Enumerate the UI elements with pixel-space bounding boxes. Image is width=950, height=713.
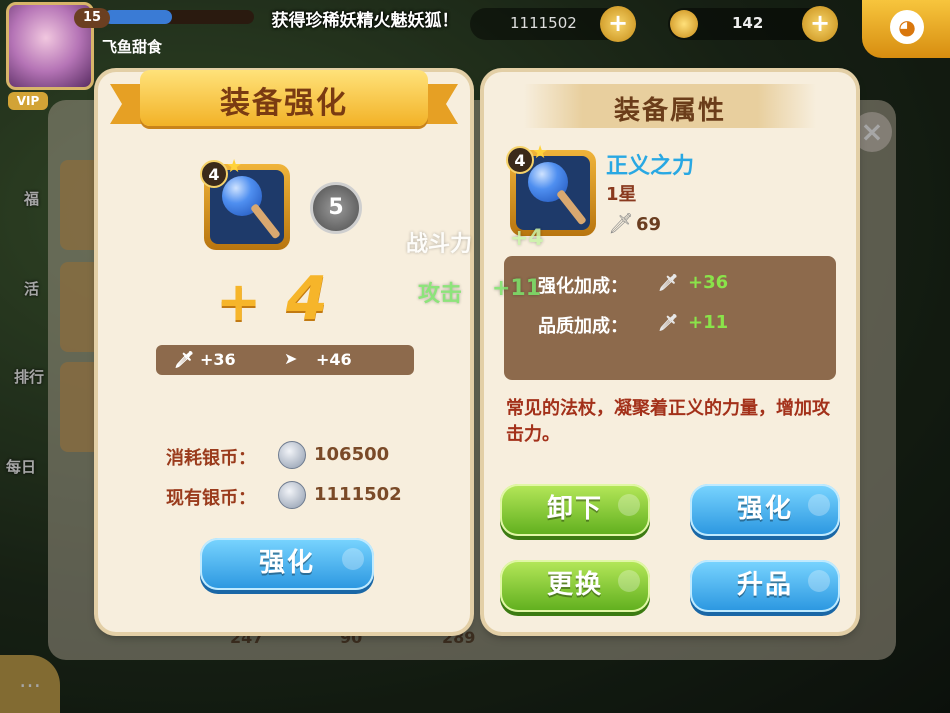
bonus-box: 强化加成： 🗡 +36 品质加成： 🗡 +11	[504, 256, 836, 380]
enhance-button-secondary[interactable]: 强化	[690, 484, 840, 536]
enhance-level: 4	[286, 264, 328, 334]
silver-coin-icon	[278, 481, 306, 509]
enhance-bonus-label: 强化加成：	[538, 276, 628, 297]
enhance-stat-bar: 🗡 +36 ➤ +46	[156, 345, 414, 375]
silver-count: 1111502	[510, 14, 577, 32]
owned-label: 现有银币：	[166, 488, 256, 509]
cost-label: 消耗银币：	[166, 448, 256, 469]
sword-icon: 🗡	[658, 273, 679, 292]
item-name: 正义之力	[606, 154, 695, 179]
attributes-panel: 装备属性 4 ★ 正义之力 1星 🗡 69 强化加成： 🗡 +36 品质加成： …	[484, 72, 856, 632]
quality-bonus-value: +11	[688, 312, 729, 333]
paw-icon	[808, 570, 830, 592]
attributes-title-strip: 装备属性	[524, 84, 816, 128]
attributes-panel-title: 装备属性	[613, 96, 726, 126]
stat-current: +36	[200, 350, 236, 369]
enhance-bonus-row: 强化加成： 🗡 +36	[538, 272, 728, 298]
player-name: 飞鱼甜食	[102, 38, 163, 56]
sword-icon: 🗡	[608, 211, 634, 235]
float-combat-power: 战斗力	[406, 232, 473, 257]
cost-row: 消耗银币： 106500	[166, 441, 389, 470]
item-star: 1星	[606, 184, 637, 205]
sword-icon: 🗡	[658, 313, 679, 332]
equipment-level: 4	[506, 146, 534, 174]
enhance-title-ribbon: 装备强化	[110, 70, 458, 132]
paw-icon	[808, 494, 830, 516]
paw-icon	[618, 570, 640, 592]
enhance-plus-sign: +	[216, 270, 262, 333]
float-attack-delta: +11	[492, 276, 542, 301]
owned-row: 现有银币： 1111502	[166, 481, 402, 510]
owned-value: 1111502	[314, 484, 402, 505]
enhance-panel: 装备强化 4 ★ 5 + 4 🗡 +36 ➤ +46 消耗银币： 106500 …	[98, 70, 470, 632]
float-combat-power-delta: +4	[510, 226, 544, 251]
top-hud: 15 飞鱼甜食 VIP 1111502 + 142 + ◕ 获得珍稀妖精火魅妖狐…	[0, 0, 950, 110]
sword-icon: 🗡	[174, 350, 195, 369]
stat-next: +46	[316, 350, 352, 369]
quality-bonus-label: 品质加成：	[538, 316, 628, 337]
enhance-panel-title: 装备强化	[220, 86, 348, 121]
unequip-button[interactable]: 卸下	[500, 484, 650, 536]
enhance-button[interactable]: 强化	[200, 538, 374, 590]
quality-bonus-row: 品质加成： 🗡 +11	[538, 312, 728, 338]
equipment-icon: 4 ★	[506, 142, 596, 236]
arrow-right-icon: ➤	[284, 349, 298, 368]
star-icon: ★	[226, 156, 243, 177]
paw-icon	[618, 494, 640, 516]
xp-fill	[104, 10, 172, 24]
add-silver-button[interactable]: +	[600, 6, 636, 42]
pet-menu-button[interactable]: ◕	[862, 0, 950, 58]
xp-bar	[104, 10, 254, 24]
upgrade-button[interactable]: 升品	[690, 560, 840, 612]
rank-badge: 5	[310, 182, 362, 234]
bird-icon: ◕	[890, 10, 924, 44]
star-icon: ★	[532, 142, 549, 163]
gold-count: 142	[732, 14, 764, 32]
replace-button[interactable]: 更换	[500, 560, 650, 612]
toast-message: 获得珍稀妖精火魅妖狐！	[271, 11, 459, 31]
float-attack: 攻击	[418, 282, 463, 307]
equipment-icon: 4 ★	[200, 156, 290, 250]
item-power: 69	[636, 214, 662, 235]
add-gold-button[interactable]: +	[802, 6, 838, 42]
player-level: 15	[74, 8, 110, 28]
vip-badge: VIP	[8, 92, 48, 110]
enhance-bonus-value: +36	[688, 272, 729, 293]
gold-coin-icon	[670, 10, 698, 38]
equipment-level: 4	[200, 160, 228, 188]
paw-icon	[342, 548, 364, 570]
cost-value: 106500	[314, 444, 390, 465]
silver-coin-icon	[278, 441, 306, 469]
item-description: 常见的法杖，凝聚着正义的力量，增加攻击力。	[506, 398, 830, 445]
